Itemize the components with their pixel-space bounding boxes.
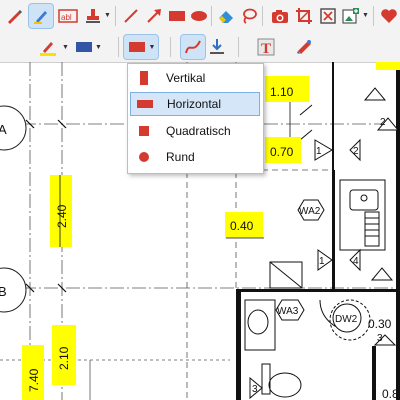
add-image-icon[interactable] <box>339 4 363 28</box>
door-number: 3 <box>252 384 258 395</box>
add-image-dropdown-icon[interactable]: ▼ <box>362 12 369 19</box>
svg-text:T: T <box>261 41 271 56</box>
pen-color-dropdown-icon[interactable]: ▼ <box>62 44 69 51</box>
door-number: 1 <box>316 146 322 157</box>
menu-item-vertikal[interactable]: Vertikal <box>130 66 260 90</box>
menu-item-label: Vertikal <box>166 71 206 85</box>
eraser-icon[interactable] <box>214 4 238 28</box>
camera-icon[interactable] <box>268 4 292 28</box>
room-tag-dw2: DW2 <box>335 314 358 325</box>
door-number: 1 <box>319 256 325 267</box>
separator <box>262 6 263 26</box>
menu-item-label: Quadratisch <box>166 124 231 138</box>
shape-style-button[interactable]: ▼ <box>123 34 159 60</box>
dimension-label: 0.70 <box>270 145 294 159</box>
palette-icon[interactable] <box>292 35 316 59</box>
curve-icon[interactable] <box>180 34 206 60</box>
dimension-label: 0.40 <box>230 219 254 233</box>
circle-icon <box>130 150 158 164</box>
line-icon[interactable] <box>119 4 143 28</box>
grid-label-b: B <box>0 284 7 299</box>
rectangle-icon[interactable] <box>165 4 189 28</box>
fit-page-icon[interactable] <box>316 4 340 28</box>
menu-item-horizontal[interactable]: Horizontal <box>130 92 260 116</box>
arrow-icon[interactable] <box>142 4 166 28</box>
menu-item-label: Horizontal <box>167 97 222 111</box>
separator <box>373 6 374 26</box>
door-number: 2 <box>353 146 359 157</box>
stamp-dropdown-icon[interactable]: ▼ <box>104 12 111 19</box>
fill-color-dropdown-icon[interactable]: ▼ <box>95 44 102 51</box>
vertical-rectangle-icon <box>130 70 158 86</box>
main-toolbar: abl ▼ ▼ <box>0 0 400 32</box>
text-tool-icon[interactable]: T <box>254 35 278 59</box>
ellipse-icon[interactable] <box>187 4 211 28</box>
dimension-label: 1.10 <box>270 85 294 99</box>
chevron-down-icon: ▼ <box>148 43 156 51</box>
horizontal-rectangle-icon <box>131 98 159 110</box>
door-number: 4 <box>353 256 359 267</box>
svg-text:abl: abl <box>61 13 72 22</box>
separator <box>238 37 239 57</box>
menu-item-rund[interactable]: Rund <box>130 145 260 169</box>
menu-item-label: Rund <box>166 150 195 164</box>
snap-icon[interactable] <box>205 35 229 59</box>
separator <box>118 37 119 57</box>
grid-label-a: A <box>0 122 7 137</box>
door-number: 2 <box>380 117 386 128</box>
separator <box>170 37 171 57</box>
pen-icon[interactable] <box>2 4 26 28</box>
favorite-icon[interactable] <box>377 4 400 28</box>
dimension-label: 2.10 <box>57 346 71 370</box>
room-tags <box>275 199 325 321</box>
stamp-icon[interactable] <box>81 4 105 28</box>
lasso-icon[interactable] <box>237 4 261 28</box>
room-tag-wa2: WA2 <box>299 206 321 217</box>
highlighter-icon[interactable] <box>28 3 54 29</box>
separator <box>115 6 116 26</box>
room-tag-wa3: WA3 <box>277 306 299 317</box>
menu-item-quadratisch[interactable]: Quadratisch <box>130 119 260 143</box>
shape-style-menu: Vertikal Horizontal Quadratisch Rund <box>127 63 264 174</box>
properties-toolbar: ▼ ▼ ▼ T <box>0 32 400 63</box>
dimension-label: 0.30 <box>368 317 392 331</box>
dimension-label: 0.8 <box>382 387 399 400</box>
separator <box>211 6 212 26</box>
square-icon <box>130 124 158 138</box>
crop-icon[interactable] <box>292 4 316 28</box>
text-box-icon[interactable]: abl <box>56 4 80 28</box>
dimension-label: 7.40 <box>27 368 41 392</box>
fill-color-icon[interactable] <box>72 35 96 59</box>
door-number: 3 <box>377 333 383 344</box>
dimension-label: 2.40 <box>55 204 69 228</box>
pen-color-icon[interactable] <box>36 35 60 59</box>
